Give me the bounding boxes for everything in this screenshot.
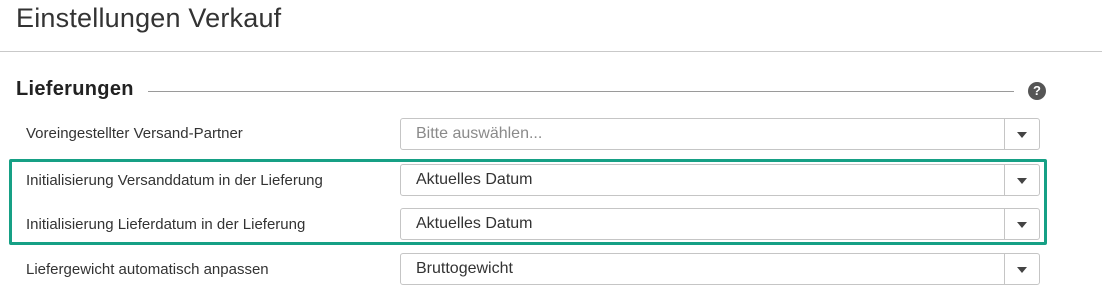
- select-value: Aktuelles Datum: [416, 171, 533, 188]
- select-value: Bruttogewicht: [416, 260, 513, 277]
- chevron-down-icon[interactable]: [1017, 178, 1027, 184]
- select-divider: [1004, 209, 1005, 239]
- select-value: Bitte auswählen...: [416, 125, 543, 142]
- select-versanddatum[interactable]: Aktuelles Datum: [400, 164, 1040, 196]
- chevron-down-icon[interactable]: [1017, 267, 1027, 273]
- select-divider: [1004, 119, 1005, 149]
- help-icon[interactable]: ?: [1028, 82, 1046, 100]
- section-divider: [148, 91, 1014, 92]
- label-lieferdatum: Initialisierung Lieferdatum in der Liefe…: [26, 216, 306, 233]
- select-lieferdatum[interactable]: Aktuelles Datum: [400, 208, 1040, 240]
- chevron-down-icon[interactable]: [1017, 132, 1027, 138]
- label-versand-partner: Voreingestellter Versand-Partner: [26, 125, 243, 142]
- select-liefergewicht[interactable]: Bruttogewicht: [400, 253, 1040, 285]
- page-title: Einstellungen Verkauf: [16, 3, 282, 33]
- section-heading: Lieferungen: [16, 78, 134, 100]
- select-versand-partner[interactable]: Bitte auswählen...: [400, 118, 1040, 150]
- select-divider: [1004, 165, 1005, 195]
- title-divider: [0, 51, 1102, 52]
- label-liefergewicht: Liefergewicht automatisch anpassen: [26, 261, 269, 278]
- chevron-down-icon[interactable]: [1017, 222, 1027, 228]
- label-versanddatum: Initialisierung Versanddatum in der Lief…: [26, 172, 323, 189]
- select-value: Aktuelles Datum: [416, 215, 533, 232]
- select-divider: [1004, 254, 1005, 284]
